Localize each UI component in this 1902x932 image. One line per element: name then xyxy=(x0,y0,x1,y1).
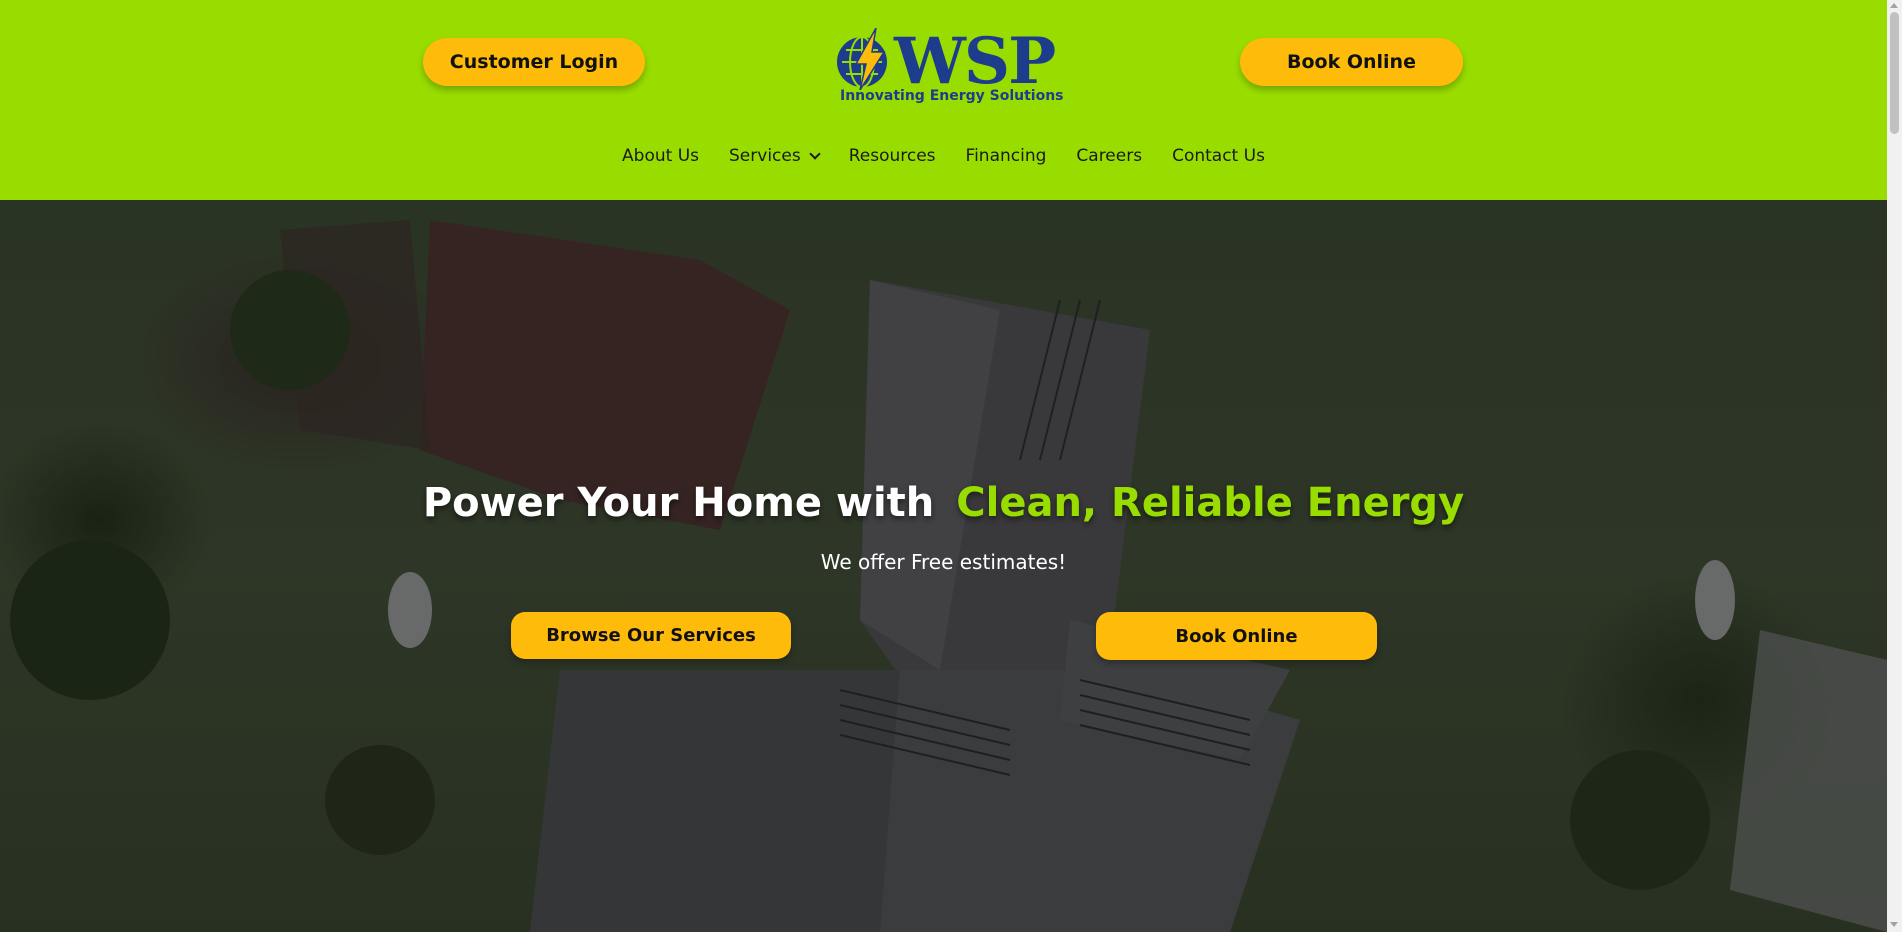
scroll-down-arrow-icon[interactable] xyxy=(1890,922,1898,927)
logo-tagline: Innovating Energy Solutions xyxy=(840,88,1064,104)
scroll-up-arrow-icon[interactable] xyxy=(1890,3,1898,8)
hero-section: Power Your Home with Clean, Reliable Ener… xyxy=(0,200,1887,932)
nav-item-label: Careers xyxy=(1076,146,1143,166)
page-scrollbar[interactable] xyxy=(1887,0,1902,932)
nav-item-label: Resources xyxy=(848,146,936,166)
nav-item-label: About Us xyxy=(622,146,700,166)
nav-item-label: Financing xyxy=(965,146,1047,166)
nav-item-financing[interactable]: Financing xyxy=(951,146,1062,166)
customer-login-button[interactable]: Customer Login xyxy=(423,38,645,86)
nav-item-services[interactable]: Services xyxy=(714,146,834,166)
scrollbar-thumb[interactable] xyxy=(1890,12,1899,134)
site-logo[interactable]: WSP Innovating Energy Solutions xyxy=(834,18,1064,110)
browse-services-button[interactable]: Browse Our Services xyxy=(511,612,791,659)
nav-item-label: Services xyxy=(729,146,801,166)
hero-headline-green: Clean, Reliable Energy xyxy=(956,480,1465,526)
nav-item-contact-us[interactable]: Contact Us xyxy=(1157,146,1280,166)
hero-headline-white: Power Your Home with xyxy=(422,480,935,526)
globe-lightning-icon xyxy=(837,28,887,90)
nav-item-careers[interactable]: Careers xyxy=(1061,146,1157,166)
main-nav: About Us Services Resources Financing Ca… xyxy=(0,146,1887,166)
hero-headline: Power Your Home with Clean, Reliable Ener… xyxy=(0,478,1887,528)
site-header: Customer Login WSP Innovating Energy Sol… xyxy=(0,0,1887,200)
hero-subheadline: We offer Free estimates! xyxy=(820,550,1067,574)
nav-item-label: Contact Us xyxy=(1172,146,1265,166)
book-online-header-button[interactable]: Book Online xyxy=(1240,38,1463,86)
nav-item-resources[interactable]: Resources xyxy=(834,146,951,166)
book-online-hero-button[interactable]: Book Online xyxy=(1096,612,1377,660)
chevron-down-icon[interactable] xyxy=(809,147,821,160)
logo-wordmark: WSP xyxy=(894,24,1056,99)
nav-item-about-us[interactable]: About Us xyxy=(607,146,714,166)
